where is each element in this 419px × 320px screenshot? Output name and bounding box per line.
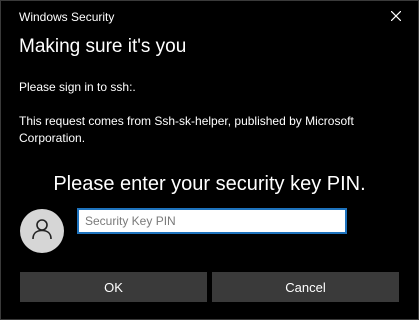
dialog-heading: Making sure it's you xyxy=(19,36,187,57)
close-button[interactable] xyxy=(374,1,418,33)
window-title: Windows Security xyxy=(19,10,115,24)
title-bar: Windows Security xyxy=(1,1,418,33)
cancel-button[interactable]: Cancel xyxy=(212,272,399,302)
signin-text: Please sign in to ssh:. xyxy=(19,80,136,94)
close-icon xyxy=(390,8,402,26)
pin-prompt: Please enter your security key PIN. xyxy=(53,173,366,195)
avatar xyxy=(20,209,64,253)
request-text: This request comes from Ssh-sk-helper, p… xyxy=(19,114,354,145)
security-key-pin-input[interactable] xyxy=(77,208,347,234)
ok-button[interactable]: OK xyxy=(20,272,207,302)
user-icon xyxy=(30,217,54,246)
security-dialog: Windows Security Making sure it's you Pl… xyxy=(0,0,419,320)
